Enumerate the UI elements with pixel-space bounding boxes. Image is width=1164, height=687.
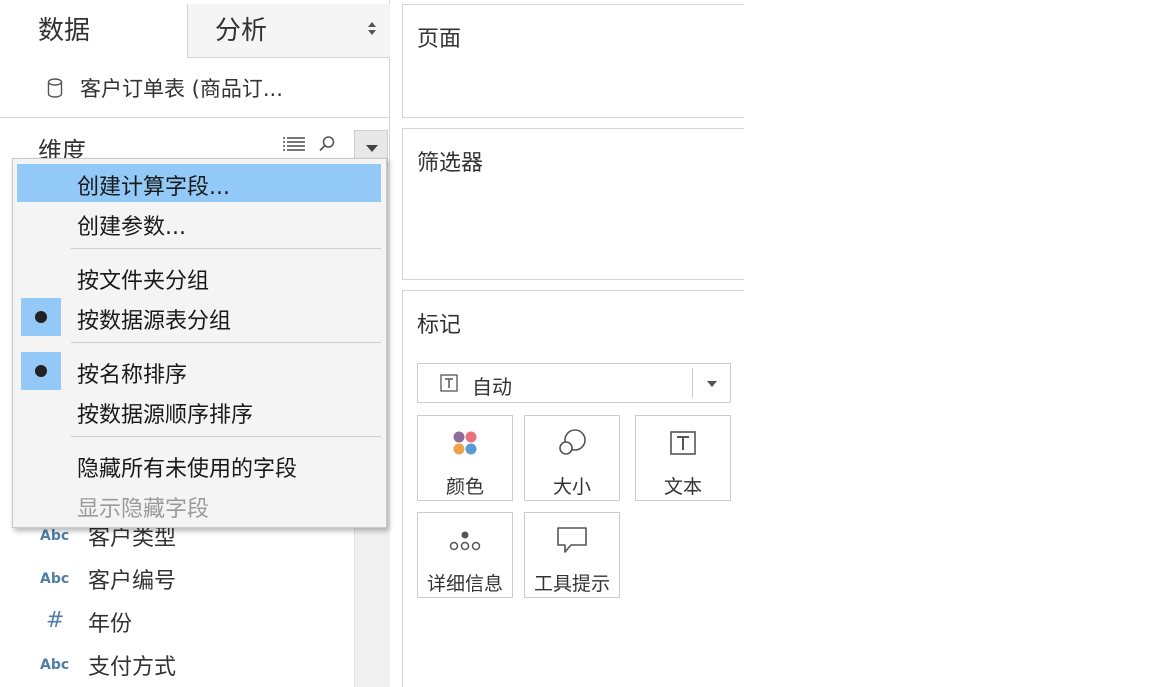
chevron-down-icon: [707, 381, 717, 387]
datasource-label: 客户订单表 (商品订...: [80, 77, 283, 101]
menu-item-hide-unused-fields[interactable]: 隐藏所有未使用的字段: [17, 446, 381, 484]
checked-indicator: [21, 298, 61, 336]
field-name: 支付方式: [88, 655, 177, 680]
database-icon: [47, 78, 63, 98]
dropdown-divider: [692, 368, 693, 398]
menu-item-label: 按文件夹分组: [77, 269, 210, 294]
color-button[interactable]: 颜色: [417, 415, 513, 501]
context-menu: 创建计算字段... 创建参数... 按文件夹分组 按数据源表分组 按名称排序 按…: [12, 158, 387, 528]
menu-item-show-hidden-fields: 显示隐藏字段: [17, 486, 381, 524]
tooltip-icon: [525, 525, 619, 555]
string-type-icon: Abc: [40, 571, 70, 587]
color-button-label: 颜色: [445, 476, 484, 498]
detail-button[interactable]: 详细信息: [417, 512, 513, 598]
text-button-label: 文本: [663, 476, 702, 498]
string-type-icon: Abc: [40, 528, 70, 544]
checked-indicator: [21, 352, 61, 390]
number-type-icon: #: [46, 608, 65, 633]
marks-card: 标记 自动 颜色 大小 文本 详细信息 工具提示: [402, 290, 744, 687]
pane-tabs: 数据 分析: [0, 4, 390, 58]
field-row[interactable]: # 年份: [0, 602, 354, 642]
menu-item-label: 按数据源表分组: [77, 309, 232, 334]
field-row[interactable]: Abc 客户编号: [0, 559, 354, 599]
view-list-icon[interactable]: [283, 137, 305, 151]
mark-type-label: 自动: [472, 375, 512, 399]
tab-analysis-label: 分析: [215, 16, 268, 46]
filters-shelf-title: 筛选器: [417, 151, 484, 176]
pages-shelf[interactable]: 页面: [402, 4, 744, 118]
field-name: 客户编号: [88, 569, 177, 594]
search-icon[interactable]: [318, 135, 336, 153]
menu-item-create-parameter[interactable]: 创建参数...: [17, 204, 381, 242]
text-mark-icon: [440, 374, 458, 392]
marks-card-title: 标记: [417, 313, 462, 338]
tooltip-button-label: 工具提示: [533, 573, 610, 595]
menu-item-label: 创建计算字段...: [77, 175, 230, 200]
menu-item-create-calculated-field[interactable]: 创建计算字段...: [17, 164, 381, 202]
detail-icon: [418, 525, 512, 555]
filters-shelf[interactable]: 筛选器: [402, 128, 744, 280]
menu-item-label: 按数据源顺序排序: [77, 403, 254, 428]
color-icon: [418, 428, 512, 458]
tab-data[interactable]: 数据: [0, 4, 187, 58]
string-type-icon: Abc: [40, 657, 70, 673]
menu-item-sort-by-name[interactable]: 按名称排序: [17, 352, 381, 390]
text-icon: [636, 428, 730, 458]
menu-item-label: 创建参数...: [77, 215, 186, 240]
menu-item-group-by-table[interactable]: 按数据源表分组: [17, 298, 381, 336]
bullet-icon: [35, 311, 47, 323]
menu-item-label: 显示隐藏字段: [77, 497, 210, 522]
tab-analysis[interactable]: 分析: [187, 4, 390, 58]
datasource-row[interactable]: 客户订单表 (商品订...: [0, 58, 390, 118]
menu-item-label: 按名称排序: [77, 363, 188, 388]
menu-separator: [71, 436, 381, 437]
size-button-label: 大小: [552, 476, 591, 498]
pages-shelf-title: 页面: [417, 27, 462, 52]
sort-updown-icon: [368, 22, 376, 38]
size-button[interactable]: 大小: [524, 415, 620, 501]
tooltip-button[interactable]: 工具提示: [524, 512, 620, 598]
menu-separator: [71, 342, 381, 343]
menu-item-sort-by-source-order[interactable]: 按数据源顺序排序: [17, 392, 381, 430]
menu-separator: [71, 248, 381, 249]
text-button[interactable]: 文本: [635, 415, 731, 501]
field-name: 年份: [88, 612, 133, 637]
mark-type-dropdown[interactable]: 自动: [417, 363, 731, 403]
chevron-down-icon: [366, 145, 378, 152]
menu-item-label: 隐藏所有未使用的字段: [77, 457, 298, 482]
bullet-icon: [35, 365, 47, 377]
field-row[interactable]: Abc 支付方式: [0, 645, 354, 685]
detail-button-label: 详细信息: [426, 573, 503, 595]
size-icon: [525, 428, 619, 458]
menu-item-group-by-folder[interactable]: 按文件夹分组: [17, 258, 381, 296]
